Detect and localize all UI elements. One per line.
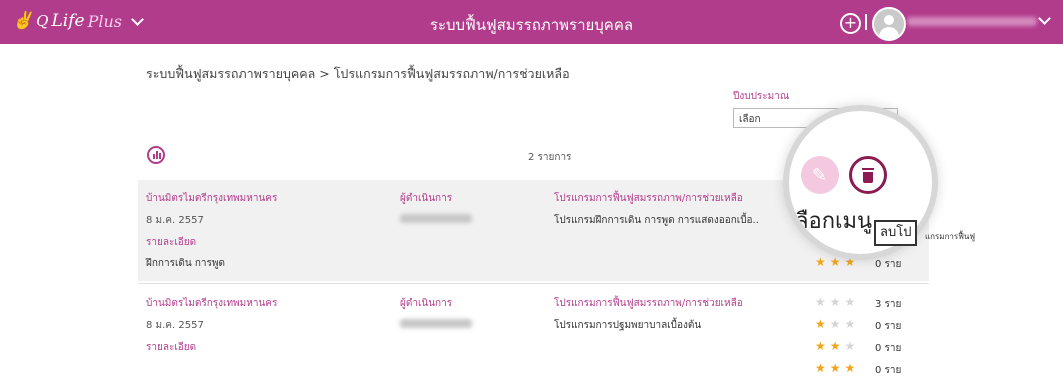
plus-circle-icon[interactable]: + <box>840 13 861 34</box>
budget-year-label: ปีงบประมาณ <box>733 91 790 102</box>
row-date: 8 ม.ค. 2557 <box>146 215 204 226</box>
rating-count: 0 ราย <box>875 343 902 354</box>
bar-chart-icon[interactable] <box>147 146 165 164</box>
star-rating-0: ★★★ <box>815 295 860 309</box>
tooltip-tail-text: แกรมการฟื้นฟู <box>925 232 975 241</box>
row-date: 8 ม.ค. 2557 <box>146 320 204 331</box>
rating-count: 3 ราย <box>875 299 902 310</box>
rating-count: 0 ราย <box>875 365 902 376</box>
top-navbar: ✌ Q Life Plus ระบบฟื้นฟูสมรรถภาพรายบุคคล … <box>0 0 1063 44</box>
row-detail-link[interactable]: รายละเอียด <box>146 235 196 250</box>
row-divider <box>138 283 929 284</box>
star-rating-2: ★★★ <box>815 339 860 353</box>
user-name-redacted[interactable] <box>907 17 1037 26</box>
rating-count: 0 ราย <box>875 259 902 270</box>
row-program: โปรแกรมฝึกการเดิน การพูด การแสดงออกเบื้อ… <box>554 215 759 226</box>
record-count: 2 รายการ <box>528 152 572 163</box>
row-program-label: โปรแกรมการฟื้นฟูสมรรถภาพ/การช่วยเหลือ <box>554 193 743 204</box>
star-rating-1: ★★★ <box>815 317 860 331</box>
row-program-label: โปรแกรมการฟื้นฟูสมรรถภาพ/การช่วยเหลือ <box>554 298 743 309</box>
row-program: โปรแกรมการปฐมพยาบาลเบื้องต้น <box>554 320 702 331</box>
row-org[interactable]: บ้านมิตรไมตรีกรุงเทพมหานคร <box>146 296 277 311</box>
row-org[interactable]: บ้านมิตรไมตรีกรุงเทพมหานคร <box>146 191 277 206</box>
operator-name-redacted <box>400 319 472 328</box>
user-avatar-icon[interactable] <box>872 7 906 41</box>
row-operator-label: ผู้ดำเนินการ <box>400 193 453 204</box>
rating-count: 0 ราย <box>875 321 902 332</box>
row-activity: ฝึกการเดิน การพูด <box>146 258 226 269</box>
row-detail-link[interactable]: รายละเอียด <box>146 340 196 355</box>
select-menu-text: ลือกเมนู <box>795 209 873 234</box>
delete-tooltip: ลบโป <box>874 220 918 246</box>
trash-icon[interactable] <box>849 156 887 194</box>
divider <box>865 14 867 30</box>
pencil-icon[interactable]: ✎ <box>801 156 839 194</box>
operator-name-redacted <box>400 214 472 223</box>
star-rating-3: ★★★ <box>815 361 860 375</box>
row-operator-label: ผู้ดำเนินการ <box>400 298 453 309</box>
breadcrumb: ระบบฟื้นฟูสมรรถภาพรายบุคคล > โปรแกรมการฟ… <box>146 66 570 81</box>
